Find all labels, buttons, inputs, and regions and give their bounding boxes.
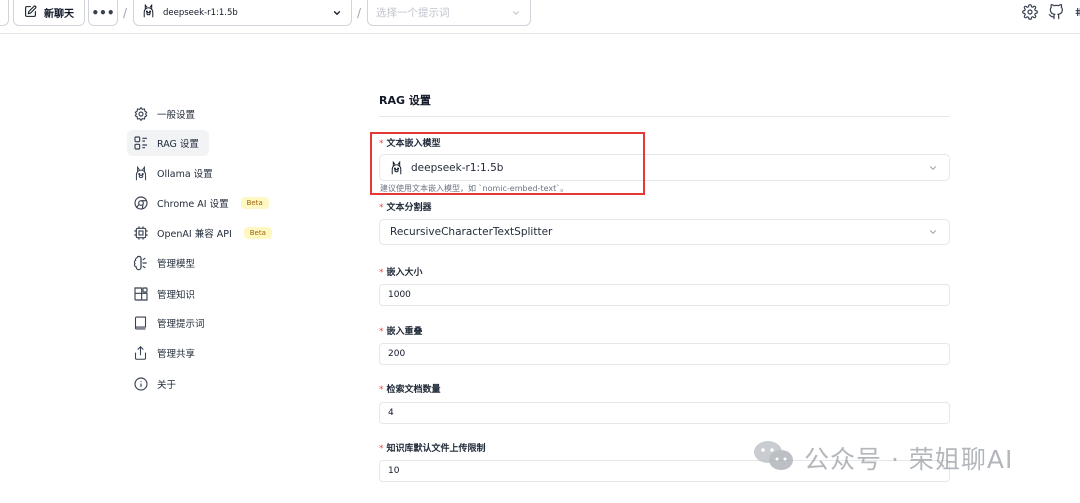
page-title: RAG 设置	[379, 94, 431, 107]
sidebar-item-manage-knowledge[interactable]: 管理知识	[127, 281, 209, 307]
required-mark: *	[379, 444, 384, 454]
sidebar-item-rag[interactable]: RAG 设置	[127, 130, 209, 156]
chunk-size-label-text: 嵌入大小	[386, 268, 423, 278]
retrieval-count-input[interactable]: 4	[379, 402, 950, 424]
divider	[379, 116, 950, 117]
watermark-text: 公众号 · 荣姐聊AI	[804, 445, 1014, 474]
brain-icon	[132, 255, 149, 272]
cpu-icon	[132, 225, 149, 242]
chevron-down-icon	[927, 162, 939, 174]
chunk-overlap-label-text: 嵌入重叠	[386, 327, 423, 337]
share-icon	[132, 345, 149, 362]
ollama-icon	[132, 165, 149, 182]
text-splitter-label-text: 文本分割器	[386, 203, 432, 213]
sidebar-item-manage-prompts[interactable]: 管理提示词	[127, 310, 209, 336]
embedding-model-hint: 建议使用文本嵌入模型，如 `nomic-embed-text`。	[380, 184, 569, 193]
sidebar-item-label: 管理知识	[157, 290, 196, 301]
breadcrumb-separator: /	[357, 6, 362, 20]
chevron-down-icon	[331, 7, 343, 19]
embedding-model-label-text: 文本嵌入模型	[386, 139, 441, 149]
sidebar-item-label: 关于	[157, 380, 177, 391]
ollama-icon	[390, 160, 403, 175]
retrieval-count-label-text: 检索文档数量	[386, 385, 441, 395]
embedding-model-value: deepseek-r1:1.5b	[411, 161, 504, 174]
sidebar-item-manage-models[interactable]: 管理模型	[127, 250, 209, 276]
ollama-icon	[142, 3, 155, 22]
overflow-icon[interactable]	[1070, 3, 1080, 21]
required-mark: *	[379, 139, 384, 149]
chrome-icon	[132, 195, 149, 212]
required-mark: *	[379, 203, 384, 213]
sidebar-item-manage-sharing[interactable]: 管理共享	[127, 340, 209, 366]
sidebar-item-label: 管理共享	[157, 349, 196, 360]
sidebar-item-label: Ollama 设置	[157, 169, 213, 180]
settings-icon	[132, 106, 149, 123]
sidebar-item-general[interactable]: 一般设置	[127, 101, 209, 127]
book-icon	[132, 315, 149, 332]
chevron-down-icon	[927, 226, 939, 238]
sidebar-item-about[interactable]: 关于	[127, 371, 209, 397]
embedding-model-label: * 文本嵌入模型	[379, 136, 441, 149]
embedding-model-select[interactable]: deepseek-r1:1.5b	[379, 154, 950, 181]
blocks-icon	[132, 286, 149, 303]
sidebar-item-label: RAG 设置	[157, 139, 199, 150]
required-mark: *	[379, 327, 384, 337]
beta-badge: Beta	[240, 197, 269, 209]
sidebar-item-label: 管理提示词	[157, 319, 205, 330]
sidebar-item-label: OpenAI 兼容 API	[157, 229, 232, 240]
text-splitter-label: * 文本分割器	[379, 200, 432, 213]
chunk-size-label: * 嵌入大小	[379, 265, 423, 278]
required-mark: *	[379, 385, 384, 395]
model-select-value: deepseek-r1:1.5b	[163, 7, 238, 18]
sidebar-item-label: 一般设置	[157, 110, 196, 121]
model-select[interactable]: deepseek-r1:1.5b	[133, 0, 352, 26]
chunk-overlap-label: * 嵌入重叠	[379, 324, 423, 337]
breadcrumb-separator: /	[123, 6, 128, 20]
rag-settings-form: RAG 设置 * 文本嵌入模型 deepseek-r1:1.5b 建议使用文本嵌入…	[379, 0, 950, 503]
edit-icon	[24, 3, 37, 22]
sidebar-item-label: 管理模型	[157, 259, 196, 270]
watermark: 公众号 · 荣姐聊AI	[752, 438, 1013, 478]
sidebar-toggle-button[interactable]	[0, 0, 9, 26]
sidebar-item-openai-api[interactable]: OpenAI 兼容 API Beta	[127, 220, 272, 246]
beta-badge: Beta	[243, 227, 272, 239]
sidebar-item-label: Chrome AI 设置	[157, 199, 229, 210]
chunk-overlap-input[interactable]: 200	[379, 343, 950, 365]
retrieval-count-label: * 检索文档数量	[379, 382, 441, 395]
rag-icon	[132, 135, 149, 152]
sidebar-item-chrome-ai[interactable]: Chrome AI 设置 Beta	[127, 190, 269, 216]
wechat-icon	[752, 438, 796, 478]
new-chat-label: 新聊天	[44, 9, 74, 20]
upload-limit-label: * 知识库默认文件上传限制	[379, 441, 486, 454]
sidebar-item-ollama[interactable]: Ollama 设置	[127, 160, 213, 186]
github-icon[interactable]	[1047, 3, 1065, 21]
text-splitter-value: RecursiveCharacterTextSplitter	[390, 226, 553, 238]
chunk-size-input[interactable]: 1000	[379, 284, 950, 306]
text-splitter-select[interactable]: RecursiveCharacterTextSplitter	[379, 219, 950, 245]
upload-limit-label-text: 知识库默认文件上传限制	[386, 444, 486, 454]
required-mark: *	[379, 268, 384, 278]
more-options-button[interactable]: •••	[88, 0, 118, 26]
more-dots-icon: •••	[91, 5, 115, 20]
info-icon	[132, 376, 149, 393]
new-chat-button[interactable]: 新聊天	[13, 0, 85, 26]
settings-gear-icon[interactable]	[1021, 3, 1039, 21]
